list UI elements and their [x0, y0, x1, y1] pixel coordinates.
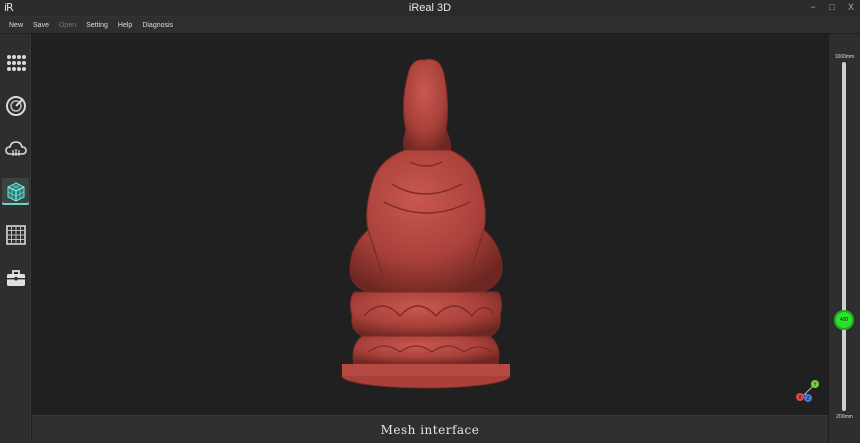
- window-title: iReal 3D: [408, 2, 452, 14]
- menu-diagnosis[interactable]: Diagnosis: [142, 22, 173, 29]
- depth-slider-value: 400: [839, 317, 849, 323]
- maximize-button[interactable]: □: [827, 1, 837, 14]
- 3d-viewport[interactable]: Y X Z: [32, 34, 828, 415]
- depth-panel: 1000mm 400 200mm: [829, 34, 860, 443]
- menu-open: Open: [58, 21, 77, 29]
- sidebar-item-texture[interactable]: [2, 221, 29, 248]
- menu-new[interactable]: New: [9, 22, 23, 29]
- menu-help[interactable]: Help: [118, 22, 132, 29]
- depth-max-label: 1000mm: [834, 54, 855, 60]
- tool-sidebar: [0, 34, 31, 443]
- depth-min-label: 200mm: [836, 414, 853, 420]
- sidebar-item-toolbox[interactable]: [2, 264, 29, 291]
- grid-dots-icon: [6, 54, 26, 71]
- sidebar-item-cloud[interactable]: [2, 135, 29, 162]
- depth-slider-thumb[interactable]: 400: [834, 310, 854, 330]
- cloud-icon: [4, 140, 27, 156]
- title-bar: iR iReal 3D − □ X: [0, 0, 860, 17]
- axis-gizmo: Y X Z: [796, 380, 819, 402]
- menu-bar: New Save Open Setting Help Diagnosis: [0, 17, 860, 33]
- mesh-cube-icon: [7, 181, 24, 202]
- sidebar-item-grid[interactable]: [2, 50, 29, 77]
- status-bar: Mesh interface: [32, 415, 828, 443]
- grid-texture-icon: [5, 224, 26, 245]
- depth-slider-track[interactable]: [842, 62, 846, 411]
- sidebar-item-mesh[interactable]: [2, 178, 29, 205]
- sidebar-item-scan[interactable]: [2, 92, 29, 119]
- scan-dial-icon: [5, 95, 26, 116]
- menu-setting[interactable]: Setting: [86, 22, 108, 29]
- window-controls: − □ X: [808, 1, 856, 14]
- statue-model: [341, 58, 511, 389]
- toolbox-icon: [6, 269, 25, 286]
- axis-z-label: Z: [806, 396, 809, 402]
- app-logo: iR: [4, 1, 14, 14]
- menu-save[interactable]: Save: [33, 22, 49, 29]
- minimize-button[interactable]: −: [808, 1, 818, 14]
- close-button[interactable]: X: [846, 1, 856, 14]
- status-text: Mesh interface: [380, 422, 480, 437]
